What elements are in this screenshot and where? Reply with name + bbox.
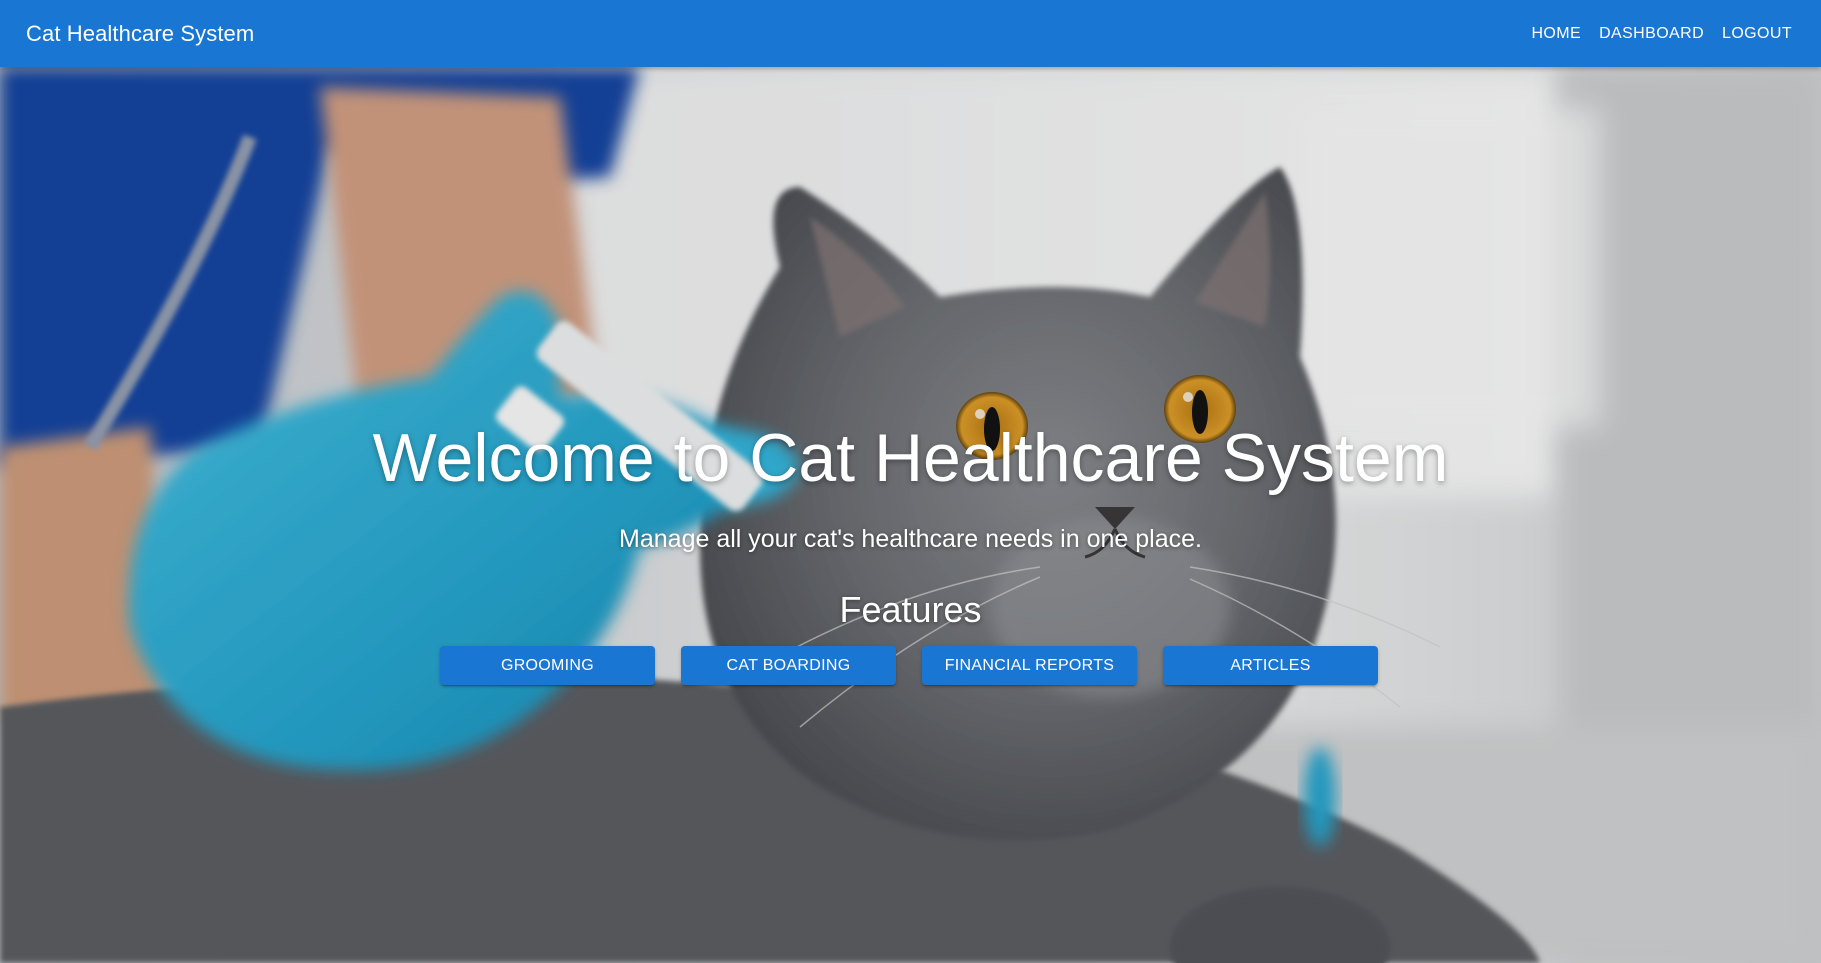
hero-content: Welcome to Cat Healthcare System Manage …	[0, 67, 1821, 963]
articles-button[interactable]: ARTICLES	[1163, 646, 1378, 685]
grooming-button[interactable]: GROOMING	[440, 646, 655, 685]
nav-home-link[interactable]: HOME	[1524, 19, 1588, 49]
nav-logout-link[interactable]: LOGOUT	[1715, 19, 1799, 49]
cat-boarding-button[interactable]: CAT BOARDING	[681, 646, 896, 685]
feature-buttons: GROOMING CAT BOARDING FINANCIAL REPORTS …	[440, 646, 1378, 685]
app-title: Cat Healthcare System	[26, 21, 255, 46]
financial-reports-button[interactable]: FINANCIAL REPORTS	[922, 646, 1137, 685]
hero-section: Welcome to Cat Healthcare System Manage …	[0, 67, 1821, 963]
nav-dashboard-link[interactable]: DASHBOARD	[1592, 19, 1711, 49]
hero-subtitle: Manage all your cat's healthcare needs i…	[619, 525, 1202, 553]
features-heading: Features	[839, 589, 982, 630]
app-bar: Cat Healthcare System HOME DASHBOARD LOG…	[0, 0, 1821, 67]
app-root: Cat Healthcare System HOME DASHBOARD LOG…	[0, 0, 1821, 963]
top-nav: HOME DASHBOARD LOGOUT	[1524, 0, 1799, 67]
hero-title: Welcome to Cat Healthcare System	[372, 420, 1449, 496]
